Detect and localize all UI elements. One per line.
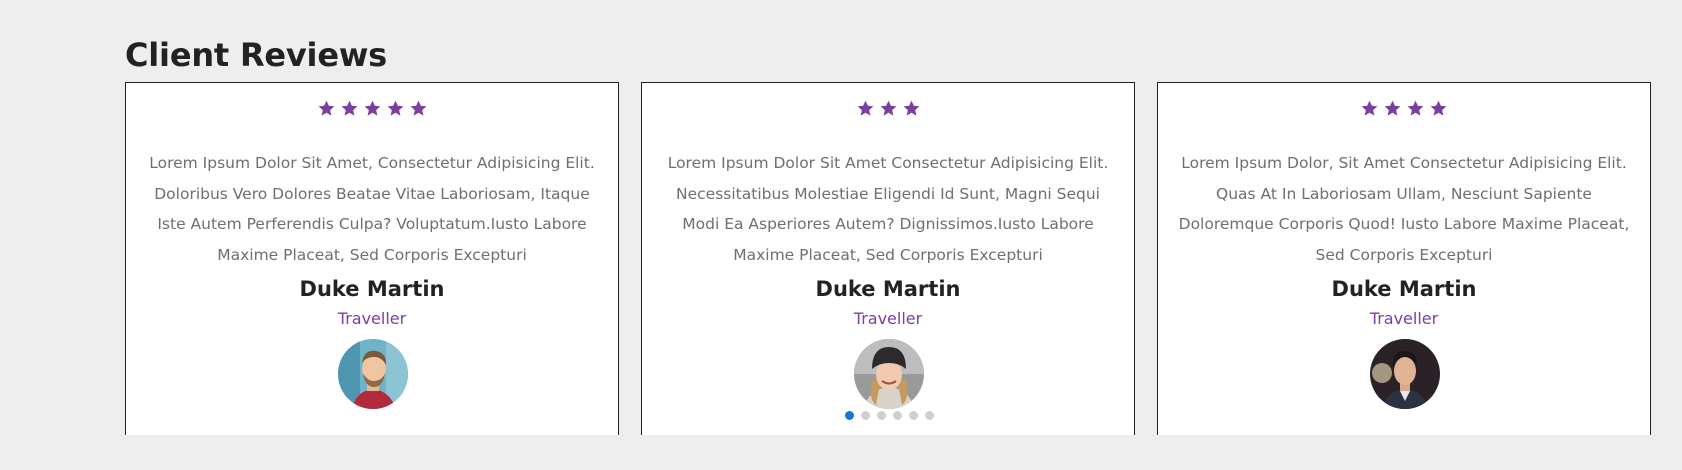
client-reviews-section: Client Reviews Lorem Ipsum Dolor Sit Ame… <box>0 0 1682 470</box>
review-card: Lorem Ipsum Dolor Sit Amet, Consectetur … <box>125 82 619 435</box>
reviewer-name: Duke Martin <box>299 277 445 301</box>
star-icon <box>363 99 382 118</box>
section-title: Client Reviews <box>125 36 388 74</box>
star-icon <box>386 99 405 118</box>
pagination-dot[interactable] <box>877 411 886 420</box>
reviewer-role: Traveller <box>853 309 923 328</box>
man-suit-avatar <box>1370 339 1440 409</box>
star-rating <box>1158 99 1650 123</box>
star-icon <box>1406 99 1425 118</box>
star-icon <box>340 99 359 118</box>
pagination-dot[interactable] <box>909 411 918 420</box>
reviewer-name: Duke Martin <box>1331 277 1477 301</box>
star-icon <box>879 99 898 118</box>
man-beard-avatar <box>338 339 408 409</box>
star-icon <box>856 99 875 118</box>
star-icon <box>1383 99 1402 118</box>
pagination-dot[interactable] <box>925 411 934 420</box>
star-icon <box>317 99 336 118</box>
review-text: Lorem Ipsum Dolor, Sit Amet Consectetur … <box>1178 154 1630 264</box>
reviewer-name: Duke Martin <box>815 277 961 301</box>
star-rating <box>642 99 1134 123</box>
pagination-dot[interactable] <box>893 411 902 420</box>
reviewer-role: Traveller <box>1369 309 1439 328</box>
woman-beanie-avatar <box>854 339 924 409</box>
pagination-dot[interactable] <box>845 411 854 420</box>
review-card: Lorem Ipsum Dolor, Sit Amet Consectetur … <box>1157 82 1651 435</box>
review-text: Lorem Ipsum Dolor Sit Amet Consectetur A… <box>667 154 1109 264</box>
reviewer-role: Traveller <box>337 309 407 328</box>
review-text: Lorem Ipsum Dolor Sit Amet, Consectetur … <box>149 154 595 264</box>
pagination-dot[interactable] <box>861 411 870 420</box>
star-icon <box>1360 99 1379 118</box>
star-rating <box>126 99 618 123</box>
star-icon <box>409 99 428 118</box>
review-card: Lorem Ipsum Dolor Sit Amet Consectetur A… <box>641 82 1135 435</box>
reviews-carousel: Lorem Ipsum Dolor Sit Amet, Consectetur … <box>125 82 1655 435</box>
star-icon <box>902 99 921 118</box>
carousel-pagination <box>845 411 934 420</box>
star-icon <box>1429 99 1448 118</box>
